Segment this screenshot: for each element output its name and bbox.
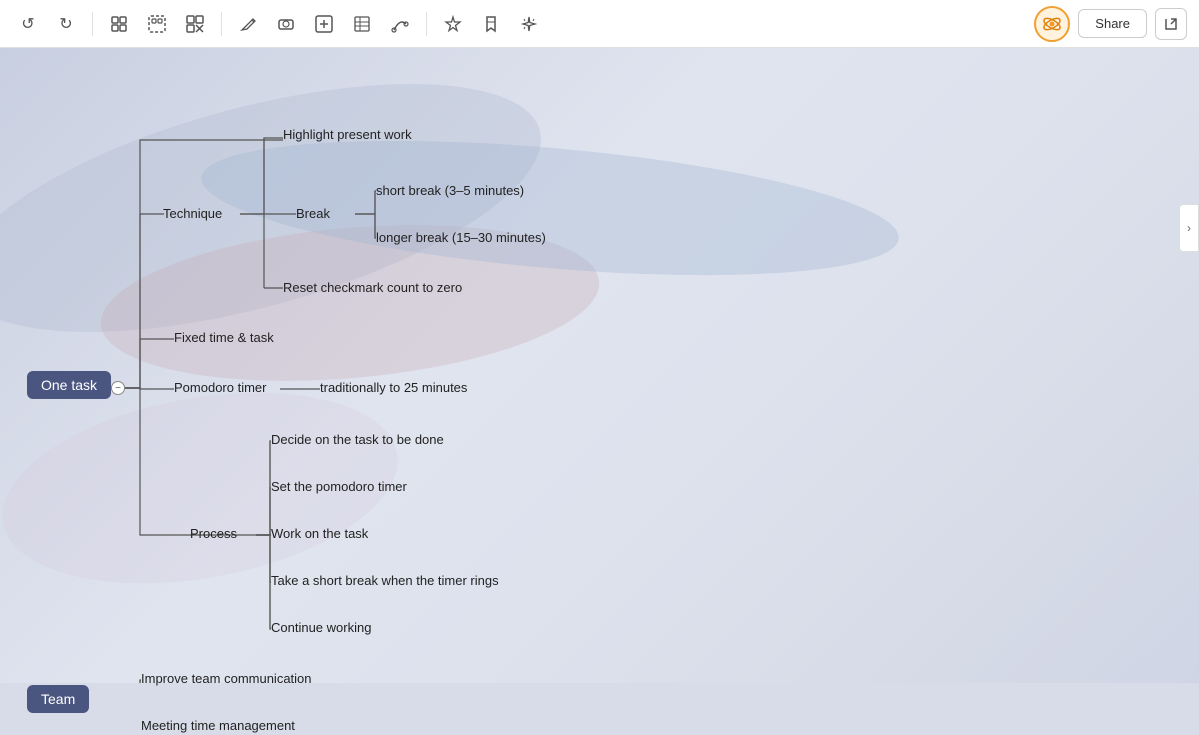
decide-task-text: Decide on the task to be done (271, 430, 444, 449)
team-label[interactable]: Team (27, 685, 89, 713)
short-break-node: short break (3–5 minutes) (376, 182, 524, 198)
work-on-task-node: Work on the task (271, 525, 368, 541)
technique-text: Technique (163, 204, 222, 223)
toolbar-left: ↺ ↻ (12, 8, 545, 40)
traditionally-text: traditionally to 25 minutes (320, 378, 467, 397)
one-task-label[interactable]: One task (27, 371, 111, 399)
group-button[interactable] (141, 8, 173, 40)
select-button[interactable] (179, 8, 211, 40)
plus-button[interactable] (308, 8, 340, 40)
technique-node: Technique (163, 205, 222, 221)
longer-break-text: longer break (15–30 minutes) (376, 228, 546, 247)
collapse-icon: › (1187, 221, 1191, 235)
connector-button[interactable] (384, 8, 416, 40)
take-short-break-text: Take a short break when the timer rings (271, 571, 499, 590)
redo-button[interactable]: ↻ (50, 8, 82, 40)
pen-button[interactable] (232, 8, 264, 40)
continue-working-node: Continue working (271, 619, 371, 635)
sparkle-button[interactable] (513, 8, 545, 40)
longer-break-node: longer break (15–30 minutes) (376, 229, 546, 245)
sidebar-collapse-button[interactable]: › (1179, 204, 1199, 252)
break-text: Break (296, 204, 330, 223)
work-on-task-text: Work on the task (271, 524, 368, 543)
fixed-time-node: Fixed time & task (174, 329, 274, 345)
divider-2 (221, 12, 222, 36)
set-timer-node: Set the pomodoro timer (271, 478, 407, 494)
divider-1 (92, 12, 93, 36)
break-node: Break (296, 205, 330, 221)
one-task-expand[interactable]: − (111, 381, 125, 395)
process-node: Process (190, 525, 237, 541)
meeting-time-node: Meeting time management (141, 717, 295, 733)
take-short-break-node: Take a short break when the timer rings (271, 572, 499, 588)
process-text: Process (190, 524, 237, 543)
pomodoro-timer-node: Pomodoro timer (174, 379, 266, 395)
team-node[interactable]: Team (27, 685, 89, 713)
frame-button[interactable] (103, 8, 135, 40)
table-button[interactable] (346, 8, 378, 40)
improve-team-text: Improve team communication (141, 669, 312, 688)
fixed-time-text: Fixed time & task (174, 328, 274, 347)
shape-button[interactable] (270, 8, 302, 40)
set-timer-text: Set the pomodoro timer (271, 477, 407, 496)
meeting-time-text: Meeting time management (141, 716, 295, 735)
open-new-button[interactable] (1155, 8, 1187, 40)
bookmark-button[interactable] (475, 8, 507, 40)
decide-task-node: Decide on the task to be done (271, 431, 444, 447)
highlight-present-work-text: Highlight present work (283, 125, 412, 144)
continue-working-text: Continue working (271, 618, 371, 637)
highlight-present-work-node: Highlight present work (283, 126, 412, 142)
mindmap-lines (0, 48, 1199, 683)
share-button[interactable]: Share (1078, 9, 1147, 38)
one-task-node[interactable]: One task (27, 371, 111, 399)
pomodoro-timer-text: Pomodoro timer (174, 378, 266, 397)
reset-checkmark-node: Reset checkmark count to zero (283, 279, 462, 295)
mindmap-container: One task − Highlight present work Techni… (0, 48, 1199, 683)
traditionally-node: traditionally to 25 minutes (320, 379, 467, 395)
reset-checkmark-text: Reset checkmark count to zero (283, 278, 462, 297)
toolbar-right: Share (1034, 6, 1187, 42)
short-break-text: short break (3–5 minutes) (376, 181, 524, 200)
star-button[interactable] (437, 8, 469, 40)
undo-button[interactable]: ↺ (12, 8, 44, 40)
logo-button[interactable] (1034, 6, 1070, 42)
toolbar: ↺ ↻ (0, 0, 1199, 48)
divider-3 (426, 12, 427, 36)
improve-team-node: Improve team communication (141, 670, 312, 686)
